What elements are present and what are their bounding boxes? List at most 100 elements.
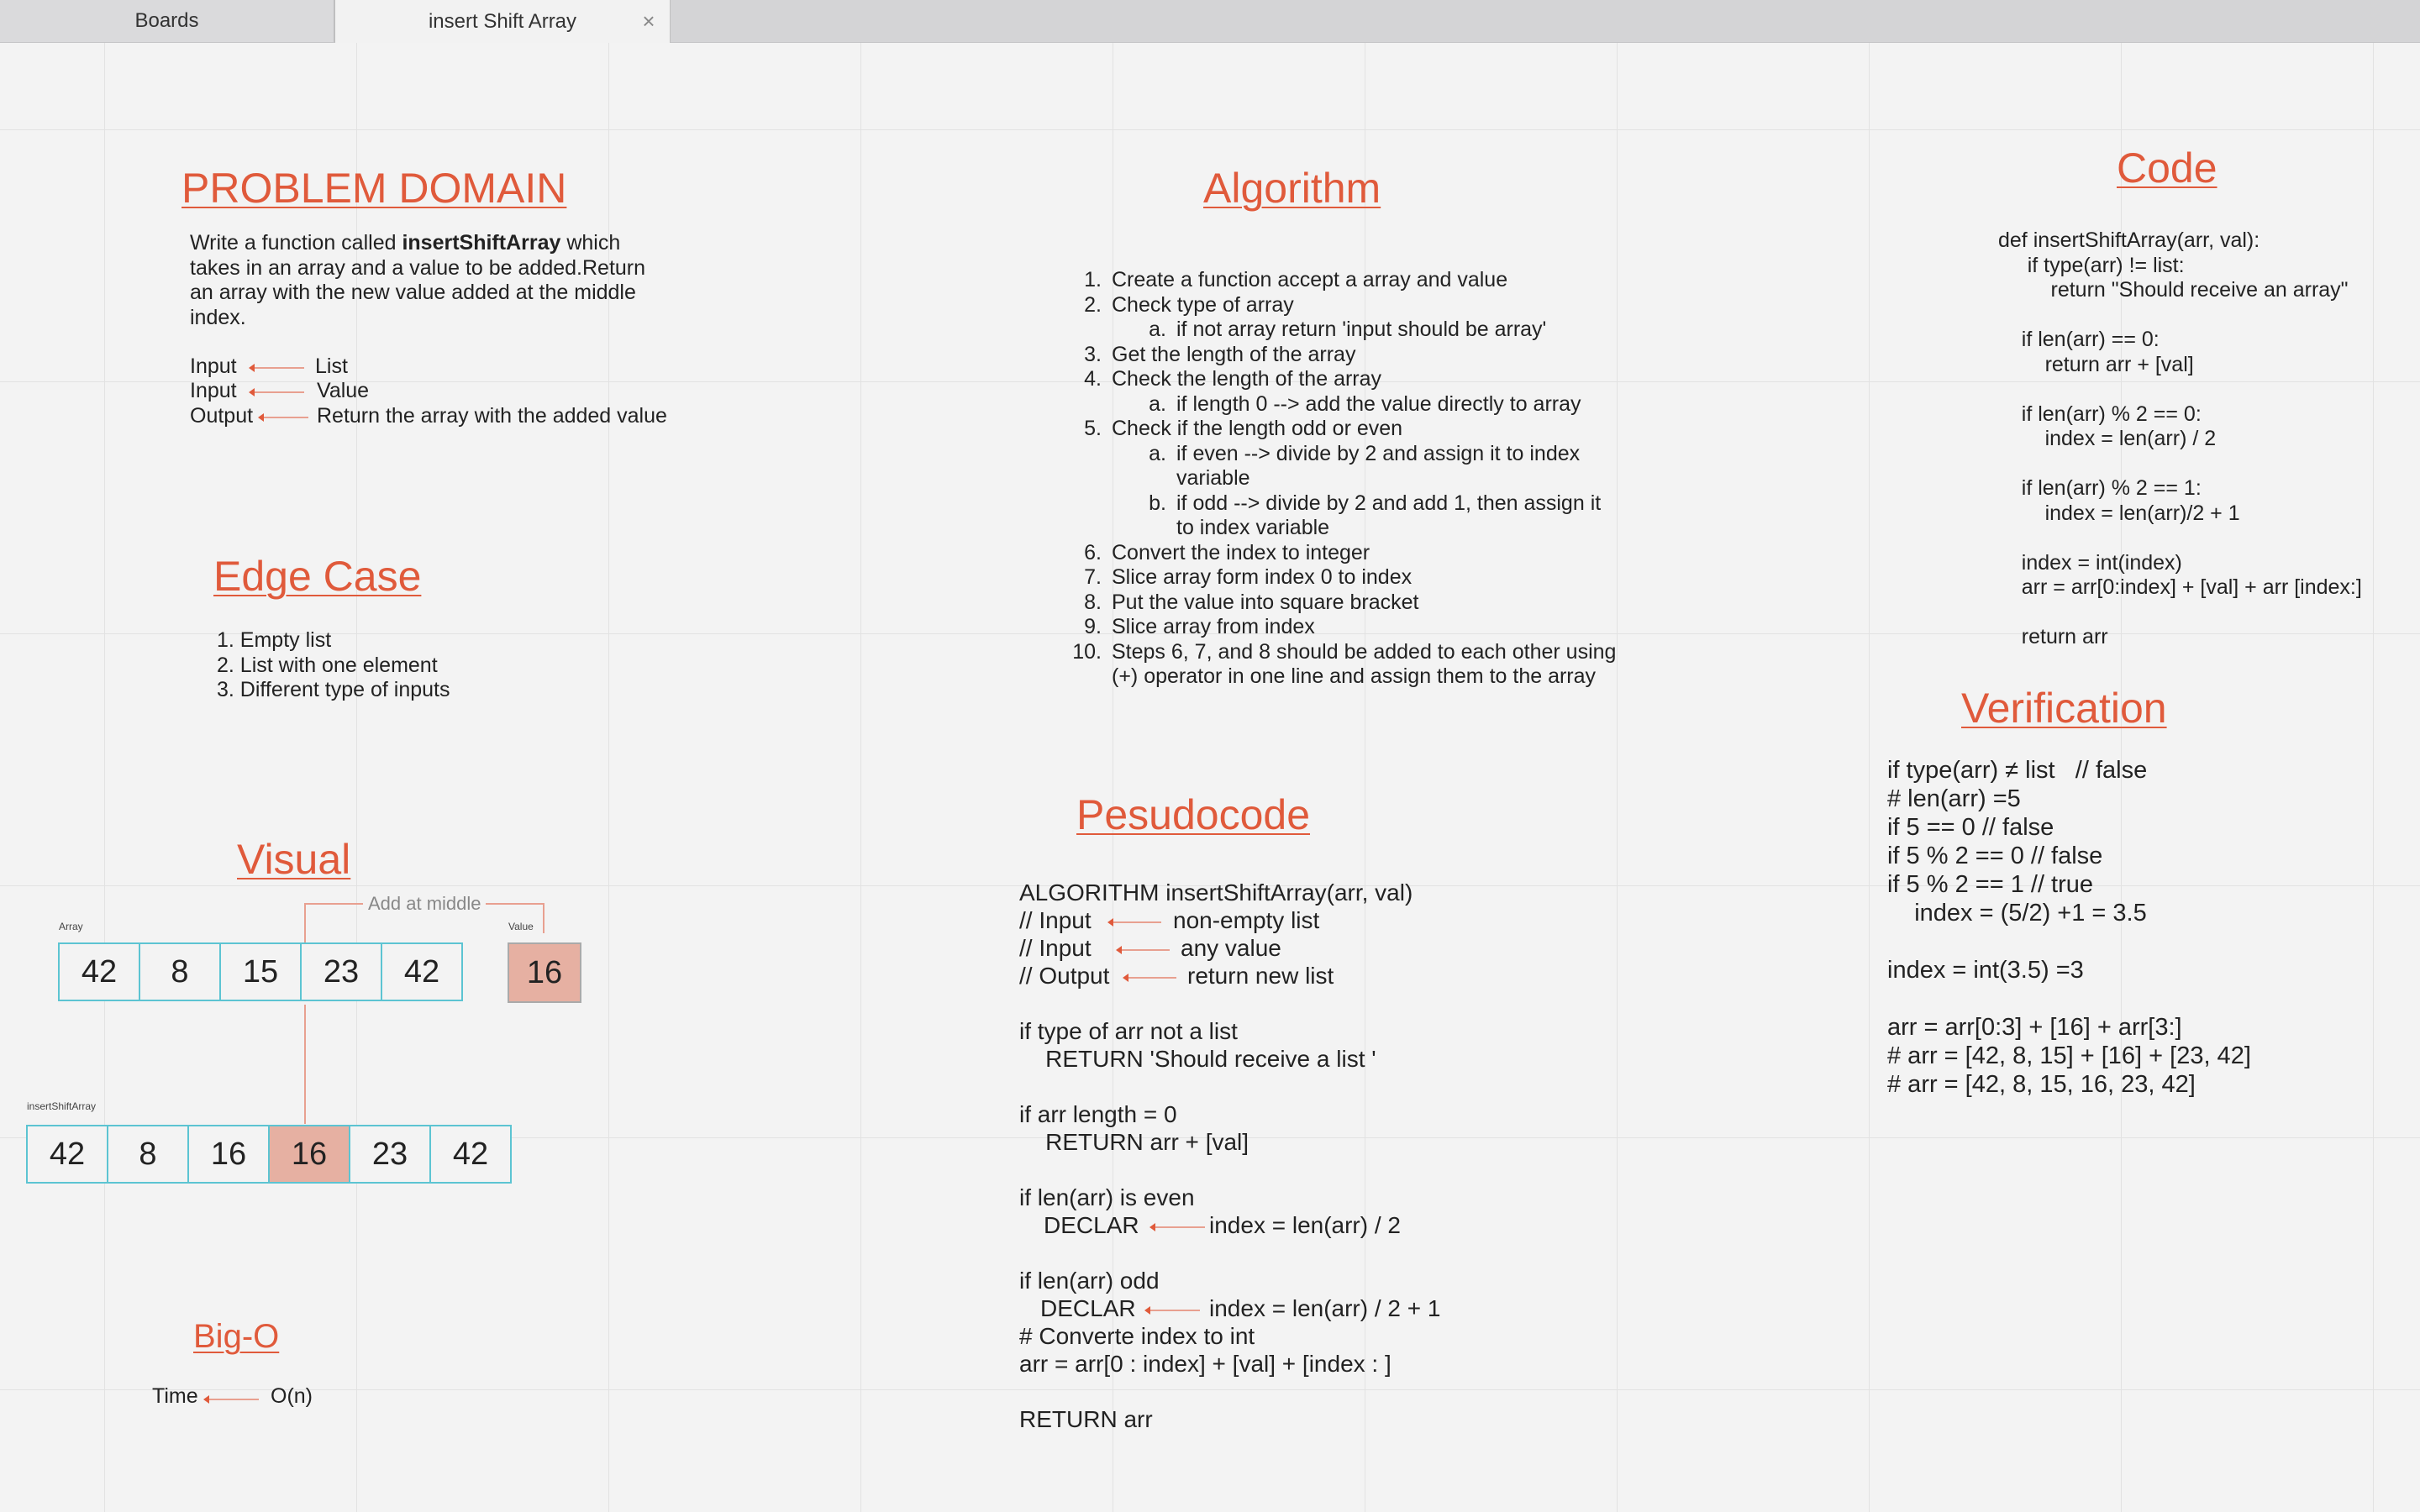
problem-domain-heading: PROBLEM DOMAIN <box>182 165 567 212</box>
whiteboard-canvas[interactable]: PROBLEM DOMAIN Write a function called i… <box>0 43 2420 1512</box>
problem-desc-line: index. <box>190 305 246 329</box>
algorithm-step-number: 8. <box>1084 590 1102 614</box>
io-output-label: Output <box>190 404 254 428</box>
pseudocode-block: if type of arr not a list RETURN 'Should… <box>1019 1018 1376 1210</box>
connector-line <box>304 1005 306 1124</box>
pseudocode-declar: DECLAR <box>1040 1295 1136 1321</box>
pseudocode-odd-line: if len(arr) odd <box>1019 1268 1160 1294</box>
problem-desc-line: takes in an array and a value to be adde… <box>190 255 646 280</box>
verification-block: if type(arr) ≠ list // false # len(arr) … <box>1887 757 2251 1098</box>
pseudocode-block: # Converte index to int arr = arr[0 : in… <box>1019 1323 1392 1432</box>
algorithm-step-text: if even --> divide by 2 and assign it to… <box>1176 441 1581 465</box>
algorithm-step-number: 6. <box>1084 540 1102 564</box>
algorithm-step-number: 9. <box>1084 615 1102 638</box>
result-array: 42 8 16 16 23 42 <box>26 1125 512 1184</box>
big-o-arrow <box>203 1395 259 1404</box>
algorithm-step: b. if odd --> divide by 2 and add 1, then… <box>1042 491 1616 517</box>
algorithm-step-text: Check if the length odd or even <box>1112 417 1403 440</box>
pseudocode-arrow <box>1116 946 1170 954</box>
array-cell: 8 <box>140 944 221 1000</box>
edge-case-item: List with one element <box>239 653 438 677</box>
pseudocode-arrow <box>1144 1306 1200 1315</box>
algorithm-step-number: 5. <box>1084 417 1102 440</box>
io-arrow <box>249 388 304 396</box>
pseudocode-io-value: non-empty list <box>1173 907 1320 933</box>
array-label: Array <box>59 921 83 932</box>
original-array: 42 8 15 23 42 <box>58 942 463 1001</box>
algorithm-step-number: a. <box>1149 318 1166 341</box>
result-cell: 16 <box>189 1126 270 1182</box>
algorithm-step-number: 1. <box>1084 268 1102 291</box>
big-o-label: Time <box>152 1384 198 1408</box>
connector-line <box>304 903 363 905</box>
algorithm-step: 2. Check type of array <box>1042 293 1616 318</box>
pseudocode-arrow <box>1150 1223 1205 1231</box>
io-input-label: Input <box>190 379 237 402</box>
algorithm-step-text: if odd --> divide by 2 and add 1, then a… <box>1176 491 1602 515</box>
algorithm-step: a. if not array return 'input should be a… <box>1042 318 1616 343</box>
algorithm-step: 8. Put the value into square bracket <box>1042 591 1616 616</box>
value-label: Value <box>508 921 534 932</box>
algorithm-step-text: Create a function accept a array and val… <box>1112 268 1508 291</box>
code-block: def insertShiftArray(arr, val): if type(… <box>1998 228 2362 648</box>
algorithm-step: 4. Check the length of the array <box>1042 367 1616 392</box>
array-cell: 42 <box>60 944 140 1000</box>
algorithm-step-text: Check type of array <box>1112 292 1294 317</box>
tab-boards[interactable]: Boards <box>0 0 334 42</box>
pseudocode-declar: DECLAR <box>1044 1212 1139 1238</box>
algorithm-step: 10. Steps 6, 7, and 8 should be added to … <box>1042 640 1616 665</box>
io-output-value: Return the array with the added value <box>317 404 667 428</box>
problem-desc-line: an array with the new value added at the… <box>190 281 636 304</box>
io-input-value: Value <box>317 379 370 402</box>
tab-insert-shift-array-label: insert Shift Array <box>428 9 577 33</box>
tab-boards-label: Boards <box>134 9 199 32</box>
algorithm-step: 5. Check if the length odd or even <box>1042 417 1616 442</box>
algorithm-step: 1. Create a function accept a array and v… <box>1042 268 1616 293</box>
pseudocode-header: ALGORITHM insertShiftArray(arr, val) <box>1019 879 1413 906</box>
algorithm-step-text: Slice array form index 0 to index <box>1112 565 1413 589</box>
problem-desc-pre: Write a function called <box>190 231 402 255</box>
big-o-heading: Big-O <box>193 1318 280 1355</box>
big-o-value: O(n) <box>271 1384 313 1408</box>
close-icon[interactable]: × <box>636 8 661 34</box>
problem-desc-post: which <box>560 231 621 255</box>
algorithm-step: 3. Get the length of the array <box>1042 343 1616 368</box>
pseudocode-io-label: // Input <box>1019 935 1092 961</box>
connector-line <box>486 903 544 905</box>
result-array-label: insertShiftArray <box>27 1100 97 1112</box>
algorithm-step: variable <box>1042 466 1616 491</box>
algorithm-step-number: a. <box>1149 391 1166 416</box>
algorithm-step-number: 10. <box>1072 639 1102 664</box>
pseudocode-declar-value: index = len(arr) / 2 <box>1209 1212 1401 1238</box>
connector-line <box>543 903 544 933</box>
algorithm-step: (+) operator in one line and assign them… <box>1042 664 1616 690</box>
algorithm-heading: Algorithm <box>1203 165 1381 212</box>
edge-case-list: 1. Empty list 2. List with one element 3… <box>217 628 450 703</box>
value-cell: 16 <box>508 942 581 1003</box>
pseudocode-arrow <box>1107 918 1161 927</box>
pseudocode-heading: Pesudocode <box>1076 791 1311 838</box>
result-cell-inserted: 16 <box>270 1126 350 1182</box>
result-cell: 42 <box>28 1126 108 1182</box>
algorithm-step-text: Get the length of the array <box>1112 342 1356 366</box>
algorithm-step: 6. Convert the index to integer <box>1042 541 1616 566</box>
algorithm-list: 1. Create a function accept a array and v… <box>1042 268 1616 690</box>
algorithm-step-text: if not array return 'input should be arr… <box>1176 318 1547 341</box>
algorithm-step-text: to index variable <box>1176 516 1330 539</box>
verification-heading: Verification <box>1961 685 2167 732</box>
algorithm-step: a. if length 0 --> add the value directly… <box>1042 392 1616 417</box>
problem-description: Write a function called insertShiftArray… <box>190 231 645 330</box>
add-at-middle-label: Add at middle <box>368 893 481 914</box>
problem-desc-bold: insertShiftArray <box>402 231 561 255</box>
algorithm-step-number: 4. <box>1084 367 1102 391</box>
algorithm-step-text: Check the length of the array <box>1112 367 1382 391</box>
algorithm-step: 9. Slice array from index <box>1042 615 1616 640</box>
array-cell: 23 <box>302 944 382 1000</box>
edge-case-item: Empty list <box>239 628 332 652</box>
array-cell: 15 <box>221 944 302 1000</box>
pseudocode-io-label: // Input <box>1019 907 1092 933</box>
tab-insert-shift-array[interactable]: insert Shift Array × <box>334 0 671 43</box>
code-heading: Code <box>2117 144 2217 192</box>
algorithm-step-number: 2. <box>1084 292 1102 317</box>
algorithm-step-text: Steps 6, 7, and 8 should be added to eac… <box>1112 639 1617 664</box>
